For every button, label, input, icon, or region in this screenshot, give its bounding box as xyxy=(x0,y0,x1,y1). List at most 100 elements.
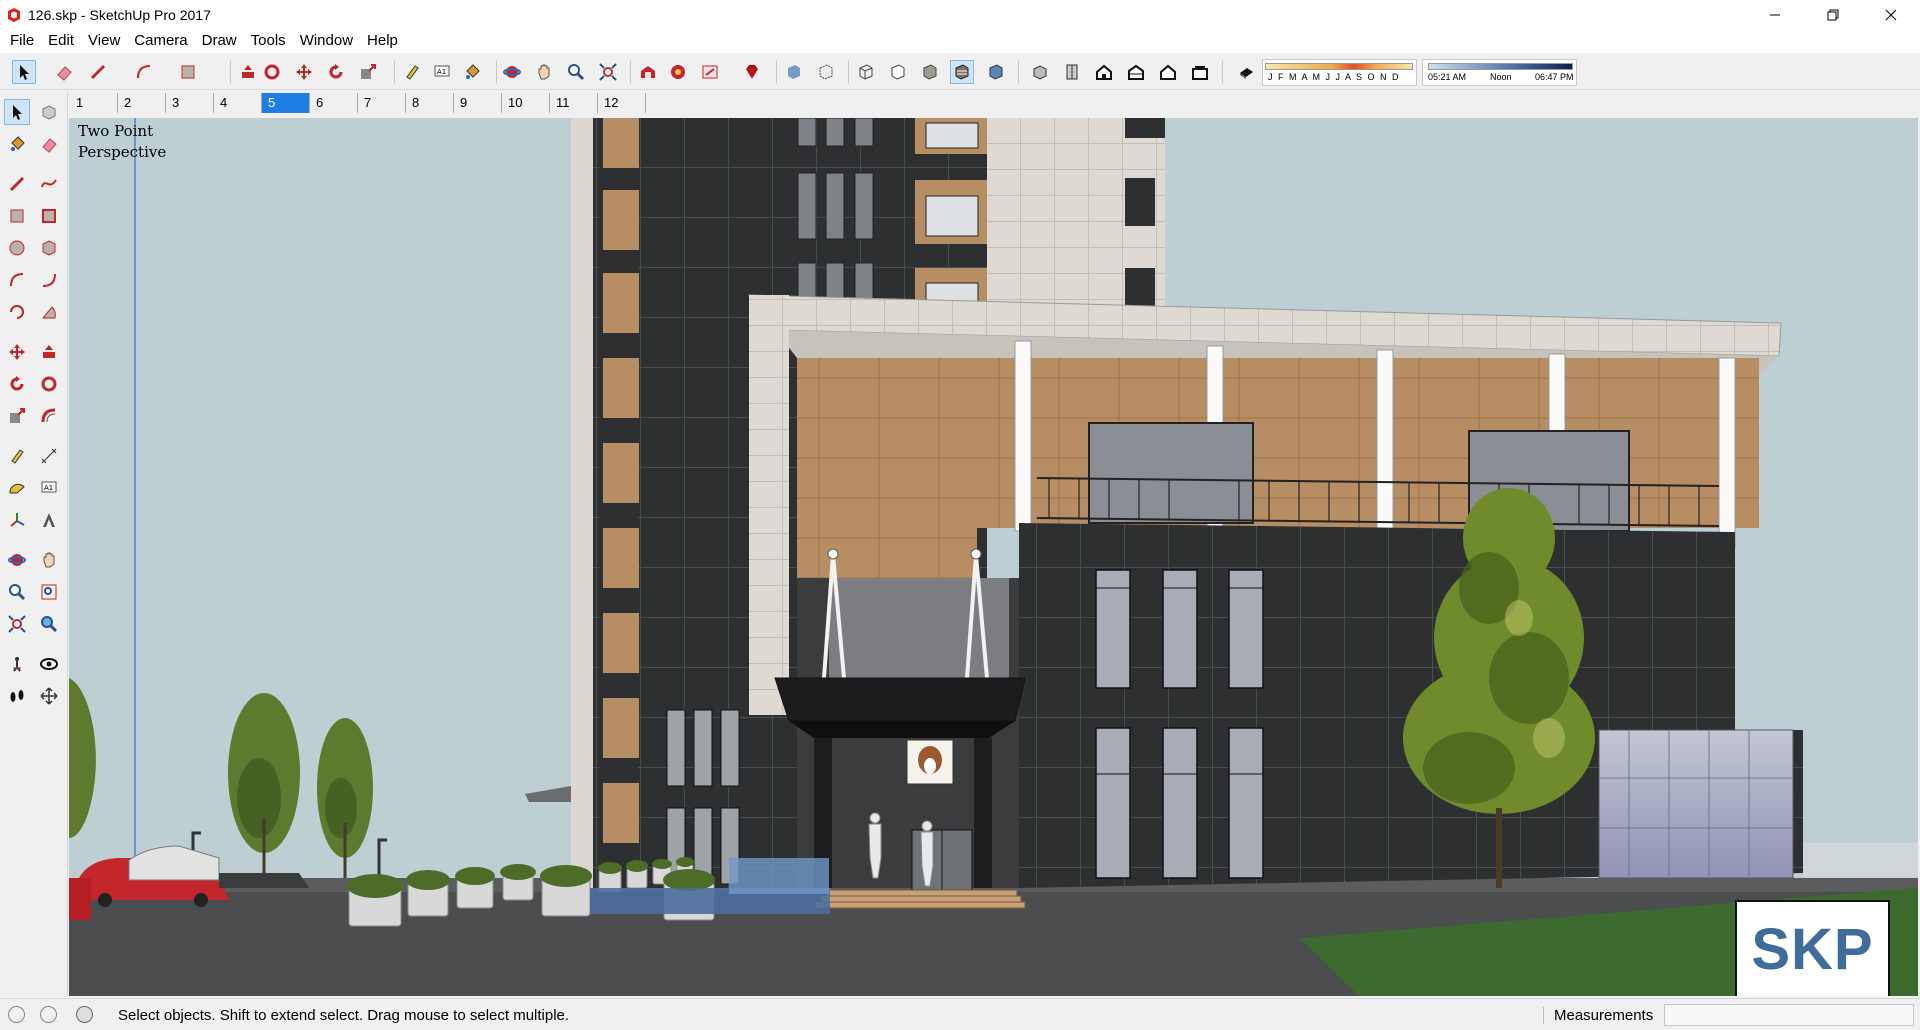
select-tool-button[interactable] xyxy=(12,60,36,84)
polygon-tool[interactable] xyxy=(36,235,62,261)
extension-warehouse-button[interactable] xyxy=(666,60,690,84)
tape-measure-tool[interactable] xyxy=(4,443,30,469)
move-tool[interactable] xyxy=(4,339,30,365)
pencil-tool-button[interactable] xyxy=(86,60,110,84)
axes-tool[interactable] xyxy=(4,507,30,533)
three-point-arc-tool[interactable] xyxy=(4,299,30,325)
shadow-date-slider[interactable] xyxy=(1265,63,1413,70)
3d-warehouse-button[interactable] xyxy=(636,60,660,84)
eraser-tool[interactable] xyxy=(36,131,62,157)
scene-tab-9[interactable]: 9 xyxy=(454,93,502,113)
ruby-console-button[interactable] xyxy=(740,60,764,84)
menu-file[interactable]: File xyxy=(3,29,41,53)
menu-tools[interactable]: Tools xyxy=(244,29,293,53)
measurements-input[interactable] xyxy=(1664,1004,1914,1026)
rectangle-tool[interactable] xyxy=(4,203,30,229)
pan-tool[interactable] xyxy=(36,547,62,573)
orbit-tool[interactable] xyxy=(4,547,30,573)
offset-tool[interactable] xyxy=(36,403,62,429)
back-edges-style-button[interactable] xyxy=(814,60,838,84)
scene-tab-6[interactable]: 6 xyxy=(310,93,358,113)
paint-bucket-tool[interactable] xyxy=(4,131,30,157)
send-to-layout-button[interactable] xyxy=(698,60,722,84)
right-view-button[interactable] xyxy=(1124,60,1148,84)
scene-tab-11[interactable]: 11 xyxy=(550,93,598,113)
menu-edit[interactable]: Edit xyxy=(41,29,81,53)
eraser-tool-button[interactable] xyxy=(52,60,76,84)
two-point-arc-tool[interactable] xyxy=(36,267,62,293)
monochrome-style-button[interactable] xyxy=(984,60,1008,84)
model-viewport[interactable]: Two Point Perspective SKP xyxy=(69,118,1918,996)
rotate-tool-button[interactable] xyxy=(324,60,348,84)
rotate-tool[interactable] xyxy=(4,371,30,397)
scene-tab-8[interactable]: 8 xyxy=(406,93,454,113)
dimension-tool[interactable] xyxy=(36,443,62,469)
scene-tab-12[interactable]: 12 xyxy=(598,93,646,113)
menu-view[interactable]: View xyxy=(81,29,127,53)
make-component-tool[interactable] xyxy=(36,99,62,125)
previous-view-tool[interactable] xyxy=(36,611,62,637)
shaded-textures-style-button[interactable] xyxy=(950,60,974,84)
credits-icon[interactable] xyxy=(40,1006,57,1023)
line-tool[interactable] xyxy=(4,171,30,197)
protractor-tool[interactable] xyxy=(4,475,30,501)
pie-tool[interactable] xyxy=(36,299,62,325)
scale-tool-button[interactable] xyxy=(356,60,380,84)
follow-me-tool-button[interactable] xyxy=(260,60,284,84)
arc-tool[interactable] xyxy=(4,267,30,293)
menu-window[interactable]: Window xyxy=(293,29,360,53)
restore-button[interactable] xyxy=(1804,0,1862,29)
rectangle-tool-button[interactable] xyxy=(176,60,200,84)
freehand-tool[interactable] xyxy=(36,171,62,197)
front-view-button[interactable] xyxy=(1092,60,1116,84)
section-plane-tool[interactable] xyxy=(36,683,62,709)
scene-tab-3[interactable]: 3 xyxy=(166,93,214,113)
menu-camera[interactable]: Camera xyxy=(127,29,194,53)
shadow-toggle-button[interactable] xyxy=(1234,60,1258,84)
left-view-button[interactable] xyxy=(1188,60,1212,84)
paint-bucket-tool-button[interactable] xyxy=(460,60,484,84)
scene-tab-7[interactable]: 7 xyxy=(358,93,406,113)
follow-me-tool[interactable] xyxy=(36,371,62,397)
user-account-icon[interactable] xyxy=(76,1006,93,1023)
circle-tool[interactable] xyxy=(4,235,30,261)
close-button[interactable] xyxy=(1862,0,1920,29)
scene-tab-5[interactable]: 5 xyxy=(262,93,310,113)
move-tool-button[interactable] xyxy=(292,60,316,84)
geo-location-icon[interactable] xyxy=(8,1006,25,1023)
iso-view-button[interactable] xyxy=(1028,60,1052,84)
push-pull-tool-button[interactable] xyxy=(236,60,260,84)
arc-tool-button[interactable] xyxy=(132,60,156,84)
zoom-tool-button[interactable] xyxy=(564,60,588,84)
shaded-style-button[interactable] xyxy=(918,60,942,84)
zoom-window-tool[interactable] xyxy=(36,579,62,605)
scene-tab-1[interactable]: 1 xyxy=(70,93,118,113)
orbit-tool-button[interactable] xyxy=(500,60,524,84)
rotated-rectangle-tool[interactable] xyxy=(36,203,62,229)
text-tool-button[interactable]: A1 xyxy=(430,60,454,84)
pan-tool-button[interactable] xyxy=(532,60,556,84)
shadow-time-slider[interactable] xyxy=(1428,63,1573,70)
minimize-button[interactable] xyxy=(1746,0,1804,29)
scene-tab-4[interactable]: 4 xyxy=(214,93,262,113)
xray-style-button[interactable] xyxy=(782,60,806,84)
back-view-button[interactable] xyxy=(1156,60,1180,84)
look-around-tool[interactable] xyxy=(36,651,62,677)
select-tool[interactable] xyxy=(4,99,30,125)
scene-tab-10[interactable]: 10 xyxy=(502,93,550,113)
push-pull-tool[interactable] xyxy=(36,339,62,365)
menu-help[interactable]: Help xyxy=(360,29,405,53)
3d-text-tool[interactable] xyxy=(36,507,62,533)
hidden-line-style-button[interactable] xyxy=(886,60,910,84)
walk-tool[interactable] xyxy=(4,683,30,709)
zoom-extents-tool-button[interactable] xyxy=(596,60,620,84)
zoom-extents-tool[interactable] xyxy=(4,611,30,637)
text-tool[interactable]: A1 xyxy=(36,475,62,501)
position-camera-tool[interactable] xyxy=(4,651,30,677)
scale-tool[interactable] xyxy=(4,403,30,429)
wireframe-style-button[interactable] xyxy=(854,60,878,84)
top-view-button[interactable] xyxy=(1060,60,1084,84)
zoom-tool[interactable] xyxy=(4,579,30,605)
menu-draw[interactable]: Draw xyxy=(195,29,244,53)
scene-tab-2[interactable]: 2 xyxy=(118,93,166,113)
